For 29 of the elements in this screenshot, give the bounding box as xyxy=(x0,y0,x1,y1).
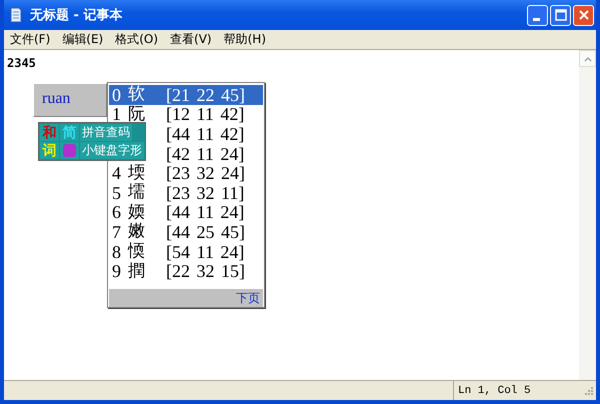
menu-item[interactable]: 编辑(E) xyxy=(56,31,110,48)
minimize-icon xyxy=(532,18,540,20)
menu-item[interactable]: 查看(V) xyxy=(164,31,218,48)
scroll-up-button[interactable] xyxy=(579,50,596,67)
candidate-item[interactable]: 8 愞 [54 11 24] xyxy=(109,242,263,262)
window-title: 无标题 - 记事本 xyxy=(30,7,124,24)
cursor-position: Ln 1, Col 5 xyxy=(457,384,532,396)
composition-box: ruan xyxy=(33,83,107,117)
notepad-icon xyxy=(8,7,24,23)
vertical-scrollbar[interactable] xyxy=(579,50,596,380)
candidate-item[interactable]: 9 撋 [22 32 15] xyxy=(109,261,263,281)
mode-icon[interactable] xyxy=(60,142,79,159)
resize-grip-icon[interactable] xyxy=(584,386,594,396)
document-text: 2345 xyxy=(7,56,36,70)
maximize-button[interactable] xyxy=(550,4,571,26)
maximize-icon xyxy=(554,9,566,21)
candidate-item[interactable]: 1 阮 [12 11 42] xyxy=(109,104,263,124)
close-icon xyxy=(578,9,590,21)
menu-item[interactable]: 文件(F) xyxy=(4,31,56,48)
minimize-button[interactable] xyxy=(527,4,548,26)
next-page-link[interactable]: 下页 xyxy=(236,290,260,306)
candidate-item[interactable]: 7 嫩 [44 25 45] xyxy=(109,222,263,242)
candidate-item[interactable]: 5 壖 [23 32 11] xyxy=(109,182,263,203)
close-button[interactable] xyxy=(573,4,594,26)
menu-item[interactable]: 格式(O) xyxy=(109,31,164,48)
candidate-item[interactable]: 6 媆 [44 11 24] xyxy=(109,202,263,222)
menu-item[interactable]: 帮助(H) xyxy=(218,31,272,48)
candidate-item[interactable]: 4 堧 [23 32 24] xyxy=(109,163,263,183)
candidate-item[interactable]: 0 软 [21 22 45] xyxy=(109,85,263,105)
